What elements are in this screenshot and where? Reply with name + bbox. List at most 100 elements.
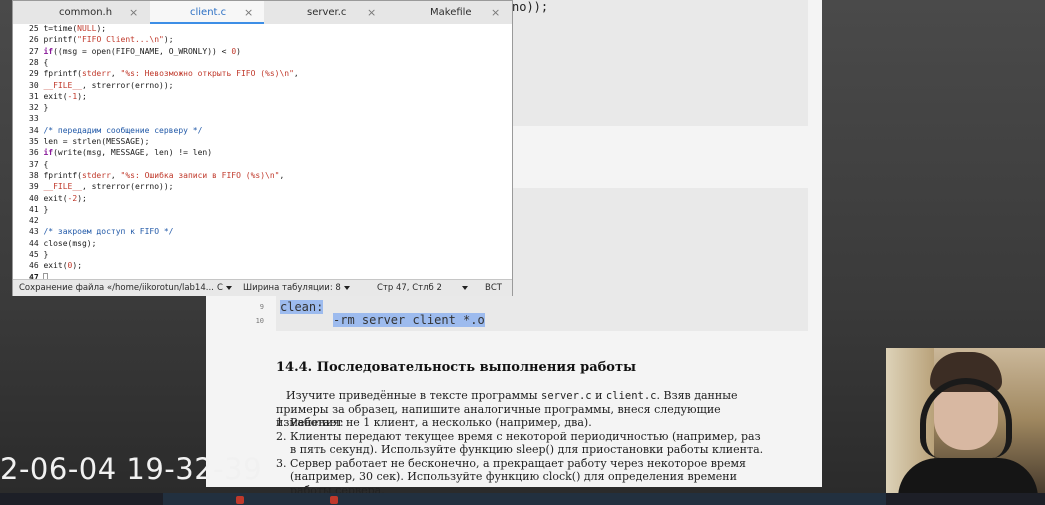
taskbar-strip [163, 493, 886, 505]
line-number: 40 [29, 193, 44, 203]
tab-label: server.c [307, 7, 347, 18]
tab-client-c[interactable]: client.c × [150, 1, 264, 24]
code-line[interactable]: 41 } [29, 204, 48, 215]
code-token: { [43, 57, 49, 67]
code-token: } [43, 204, 49, 214]
insert-mode-indicator[interactable]: ВСТ [485, 283, 502, 293]
recording-timestamp: 2-06-04 19-32-39 [0, 452, 263, 486]
pdf-clean-command: -rm server client *.o [333, 313, 485, 327]
headset-icon [920, 378, 1012, 458]
line-number: 42 [29, 216, 44, 226]
pdf-section-heading: 14.4. Последовательность выполнения рабо… [276, 360, 637, 375]
tab-width-selector[interactable]: Ширина табуляции: 8 [243, 283, 350, 293]
line-number: 34 [29, 125, 44, 135]
code-line[interactable]: 35 len = strlen(MESSAGE); [29, 136, 149, 147]
code-editor-area[interactable]: 25 t=time(NULL); 26 printf("FIFO Client..… [13, 24, 512, 279]
code-token: if [43, 148, 54, 158]
code-line[interactable]: 42 [29, 215, 43, 226]
code-token: ) [236, 46, 241, 56]
code-token: if [43, 46, 54, 56]
line-number: 35 [29, 137, 44, 146]
list-item-number: 2. [276, 429, 287, 443]
tab-common-h[interactable]: common.h × [13, 1, 149, 24]
code-line[interactable]: 47 [29, 272, 49, 279]
code-token: exit( [43, 193, 68, 203]
code-line[interactable]: 44 close(msg); [29, 238, 96, 249]
code-token: close(msg); [43, 238, 97, 248]
code-line[interactable]: 31 exit(-1); [29, 91, 87, 102]
code-line[interactable]: 27 if((msg = open(FIFO_NAME, O_WRONLY)) … [29, 46, 241, 57]
code-line[interactable]: 32 } [29, 102, 48, 113]
pdf-line-number: 10 [255, 317, 264, 325]
pdf-filename: server.c [541, 390, 592, 402]
code-token: { [43, 159, 49, 169]
line-number: 37 [29, 159, 44, 169]
code-line[interactable]: 34 /* передадим сообщение серверу */ [29, 125, 202, 136]
status-bar: Сохранение файла «/home/iikorotun/lab14.… [13, 279, 512, 296]
cursor-position[interactable]: Стр 47, Стлб 2 [377, 283, 442, 293]
code-line[interactable]: 37 { [29, 159, 48, 170]
code-token: ); [77, 91, 87, 101]
code-token: stderr [81, 170, 111, 180]
code-line[interactable]: 40 exit(-2); [29, 193, 87, 204]
code-line[interactable]: 29 fprintf(stderr, "%s: Невозможно откры… [29, 68, 299, 79]
code-line[interactable]: 36 if(write(msg, MESSAGE, len) != len) [29, 147, 212, 158]
close-icon[interactable]: × [244, 6, 253, 19]
taskbar-app-icon[interactable] [236, 496, 244, 504]
code-token: __FILE__ [43, 80, 82, 90]
code-token: "%s: Ошибка записи в FIFO (%s)\n" [120, 170, 280, 180]
language-selector[interactable]: C [217, 283, 232, 293]
code-token: } [43, 103, 49, 113]
code-line[interactable]: 28 { [29, 57, 48, 68]
chevron-down-icon [343, 285, 350, 290]
code-line[interactable]: 38 fprintf(stderr, "%s: Ошибка записи в … [29, 170, 284, 181]
list-item-text: Работает не 1 клиент, а несколько (напри… [290, 416, 592, 429]
code-line[interactable]: 25 t=time(NULL); [29, 24, 106, 34]
line-number: 39 [29, 182, 44, 192]
code-token: "FIFO Client...\n" [77, 35, 164, 45]
code-line[interactable]: 39 __FILE__, strerror(errno)); [29, 181, 174, 192]
tab-label: common.h [59, 7, 113, 18]
list-item-number: 1. [276, 416, 287, 429]
code-line[interactable]: 46 exit(0); [29, 260, 82, 271]
code-line[interactable]: 45 } [29, 249, 48, 260]
list-item: 2. Клиенты передают текущее время с некот… [276, 430, 766, 457]
close-icon[interactable]: × [491, 6, 500, 19]
list-item-text: Сервер работает не бесконечно, а прекращ… [290, 456, 746, 497]
code-token: exit( [43, 91, 68, 101]
position-dropdown[interactable] [459, 283, 468, 293]
pdf-line-number: 9 [259, 303, 264, 311]
code-token: -1 [67, 91, 78, 101]
list-item: 1. Работает не 1 клиент, а несколько (нап… [276, 416, 766, 430]
tab-label: Makefile [430, 7, 472, 18]
code-line[interactable]: 43 /* закроем доступ к FIFO */ [29, 226, 174, 237]
taskbar-app-icon[interactable] [330, 496, 338, 504]
line-number: 44 [29, 238, 44, 248]
code-line[interactable]: 33 [29, 113, 43, 124]
code-line[interactable]: 30 __FILE__, strerror(errno)); [29, 80, 174, 91]
line-number: 46 [29, 261, 44, 271]
code-token: , [110, 170, 121, 180]
code-token: __FILE__ [43, 182, 82, 192]
line-number: 38 [29, 170, 44, 180]
chevron-down-icon [462, 285, 468, 290]
code-token: , strerror(errno)); [81, 182, 174, 192]
close-icon[interactable]: × [129, 6, 138, 19]
code-line[interactable]: 26 printf("FIFO Client...\n"); [29, 34, 174, 45]
code-token: ((msg = open(FIFO_NAME, O_WRONLY)) < [53, 46, 232, 56]
list-item-number: 3. [276, 456, 287, 470]
code-token: fprintf( [43, 69, 82, 79]
code-token: printf( [43, 35, 78, 45]
tab-makefile[interactable]: Makefile × [382, 1, 512, 24]
code-token: /* передадим сообщение серверу */ [43, 125, 203, 135]
tab-server-c[interactable]: server.c × [265, 1, 381, 24]
list-item: 3. Сервер работает не бесконечно, а прекр… [276, 457, 766, 498]
code-token: ); [77, 193, 87, 203]
code-token: "%s: Невозможно открыть FIFO (%s)\n" [120, 69, 294, 79]
code-token: ); [72, 261, 83, 271]
line-number: 30 [29, 80, 44, 90]
line-number: 31 [29, 91, 44, 101]
code-token: exit( [43, 261, 68, 271]
save-status-text: Сохранение файла «/home/iikorotun/lab14.… [19, 283, 214, 293]
close-icon[interactable]: × [367, 6, 376, 19]
